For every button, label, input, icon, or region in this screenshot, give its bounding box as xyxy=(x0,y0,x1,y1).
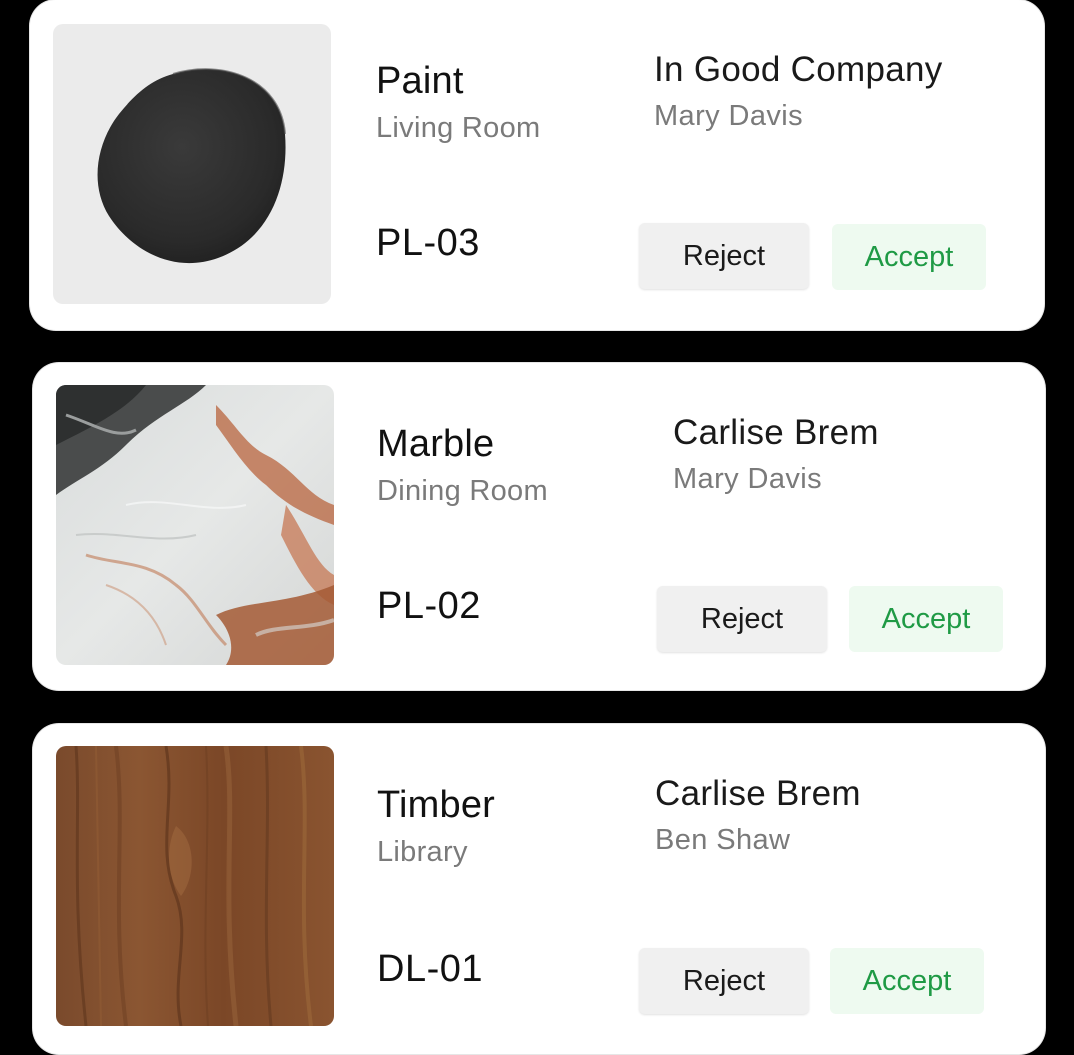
assignee-name: Ben Shaw xyxy=(655,824,791,856)
material-code: PL-02 xyxy=(377,585,481,627)
supplier-name: Carlise Brem xyxy=(655,774,861,813)
material-name: Paint xyxy=(376,60,464,102)
assignee-name: Mary Davis xyxy=(673,463,823,495)
material-card: Paint Living Room PL-03 In Good Company … xyxy=(30,0,1044,330)
assignee-name: Mary Davis xyxy=(654,100,804,132)
supplier-name: Carlise Brem xyxy=(673,413,879,452)
room-name: Living Room xyxy=(376,112,541,144)
reject-button[interactable]: Reject xyxy=(639,223,809,289)
marble-swatch-image xyxy=(56,385,334,665)
room-name: Library xyxy=(377,836,468,868)
reject-button[interactable]: Reject xyxy=(639,948,809,1014)
timber-swatch-image xyxy=(56,746,334,1026)
material-card: Marble Dining Room PL-02 Carlise Brem Ma… xyxy=(33,363,1045,690)
accept-button[interactable]: Accept xyxy=(830,948,984,1014)
room-name: Dining Room xyxy=(377,475,548,507)
reject-button[interactable]: Reject xyxy=(657,586,827,652)
material-code: PL-03 xyxy=(376,222,480,264)
material-name: Marble xyxy=(377,423,495,465)
material-code: DL-01 xyxy=(377,948,483,990)
accept-button[interactable]: Accept xyxy=(849,586,1003,652)
paint-swatch-image xyxy=(53,24,331,304)
material-name: Timber xyxy=(377,784,496,826)
accept-button[interactable]: Accept xyxy=(832,224,986,290)
material-card: Timber Library DL-01 Carlise Brem Ben Sh… xyxy=(33,724,1045,1054)
supplier-name: In Good Company xyxy=(654,50,943,89)
